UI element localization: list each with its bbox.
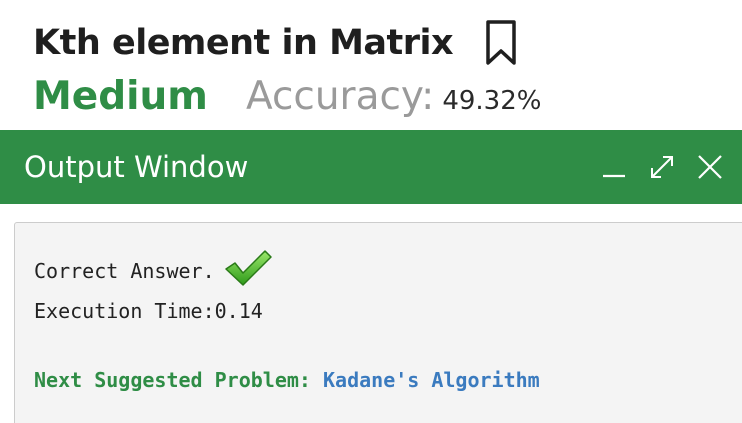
next-suggested-label: Next Suggested Problem:: [34, 368, 323, 392]
title-row: Kth element in Matrix: [33, 14, 521, 72]
minimize-icon[interactable]: [600, 153, 628, 181]
difficulty-badge: Medium: [33, 74, 208, 119]
next-problem-link[interactable]: Kadane's Algorithm: [323, 368, 540, 392]
checkmark-icon: [223, 247, 273, 289]
expand-icon[interactable]: [648, 153, 676, 181]
window-controls: [600, 153, 724, 181]
output-window-title: Output Window: [24, 150, 249, 184]
problem-title: Kth element in Matrix: [33, 23, 454, 63]
accuracy-value: 49.32%: [442, 86, 542, 116]
problem-meta: Medium Accuracy: 49.32%: [33, 74, 541, 130]
result-line: Correct Answer.: [34, 250, 273, 289]
output-window-body: Correct Answer. Execution Time:0.14 Next…: [14, 222, 742, 423]
close-icon[interactable]: [696, 153, 724, 181]
output-window-header: Output Window: [0, 130, 742, 204]
execution-time: Execution Time:0.14: [34, 299, 263, 323]
result-text: Correct Answer.: [34, 259, 215, 283]
bookmark-icon[interactable]: [481, 17, 521, 69]
problem-page: Kth element in Matrix Medium Accuracy: 4…: [0, 0, 742, 423]
accuracy-label: Accuracy:: [245, 74, 435, 119]
next-suggested-line: Next Suggested Problem: Kadane's Algorit…: [34, 368, 540, 392]
